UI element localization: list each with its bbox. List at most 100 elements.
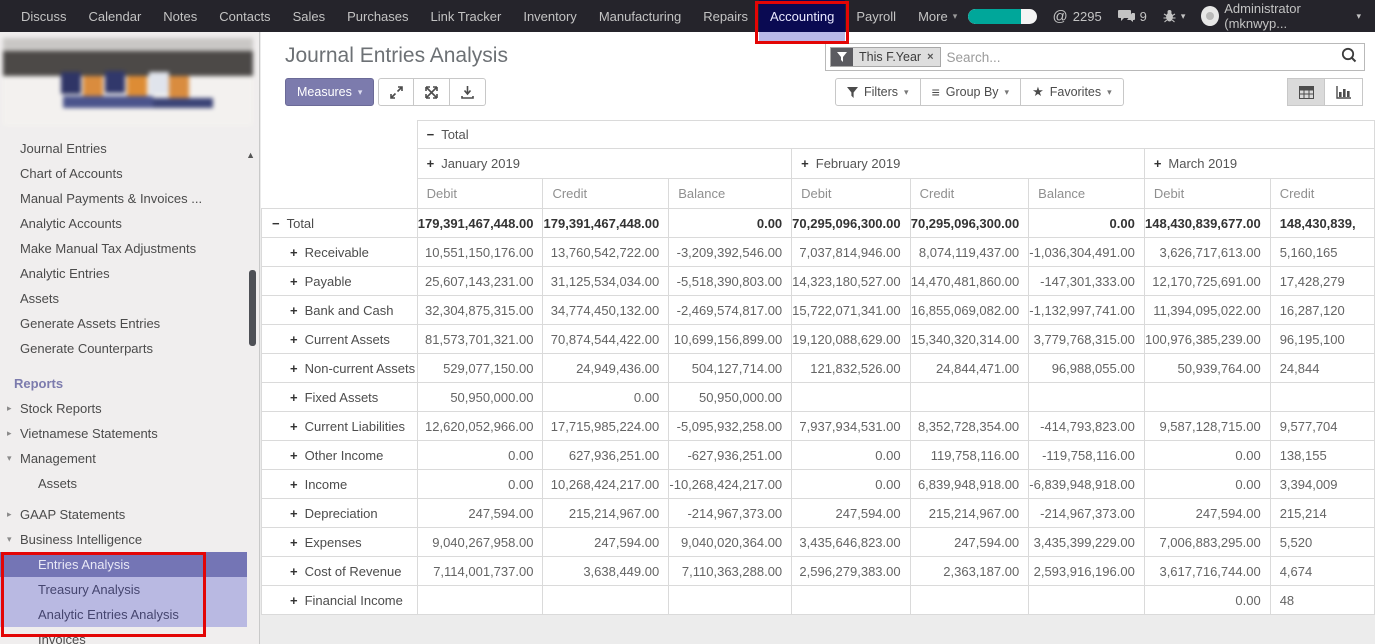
expand-icon[interactable]: + bbox=[290, 564, 298, 579]
pivot-cell[interactable]: -5,518,390,803.00 bbox=[669, 267, 792, 296]
pivot-cell[interactable]: 31,125,534,034.00 bbox=[543, 267, 669, 296]
pivot-cell[interactable]: 0.00 bbox=[1144, 586, 1270, 615]
pivot-cell[interactable]: 10,551,150,176.00 bbox=[417, 238, 543, 267]
pivot-col-header[interactable]: −Total bbox=[417, 121, 1374, 149]
topbar-menu-accounting[interactable]: Accounting bbox=[759, 0, 845, 32]
pivot-cell[interactable]: 7,937,934,531.00 bbox=[792, 412, 910, 441]
pivot-row-header[interactable]: +Current Liabilities bbox=[262, 412, 418, 441]
pivot-cell[interactable]: 19,120,088,629.00 bbox=[792, 325, 910, 354]
pivot-cell[interactable]: 2,596,279,383.00 bbox=[792, 557, 910, 586]
chevron-down-icon[interactable]: ▾ bbox=[7, 446, 12, 471]
expand-icon[interactable]: + bbox=[290, 448, 298, 463]
pivot-cell[interactable]: 148,430,839, bbox=[1270, 209, 1374, 238]
sidebar-item-entries-analysis[interactable]: Entries Analysis bbox=[0, 552, 247, 577]
pivot-cell[interactable]: 0.00 bbox=[1029, 209, 1145, 238]
pivot-cell[interactable]: -627,936,251.00 bbox=[669, 441, 792, 470]
pivot-row-header[interactable]: +Expenses bbox=[262, 528, 418, 557]
pivot-row-header[interactable]: +Income bbox=[262, 470, 418, 499]
pivot-cell[interactable]: 627,936,251.00 bbox=[543, 441, 669, 470]
topbar-menu-manufacturing[interactable]: Manufacturing bbox=[588, 0, 692, 32]
pivot-cell[interactable]: 119,758,116.00 bbox=[910, 441, 1029, 470]
topbar-menu-contacts[interactable]: Contacts bbox=[208, 0, 281, 32]
pivot-cell[interactable]: 4,674 bbox=[1270, 557, 1374, 586]
sidebar-item-analytic-entries-analysis[interactable]: Analytic Entries Analysis bbox=[0, 602, 247, 627]
pivot-cell[interactable]: 70,874,544,422.00 bbox=[543, 325, 669, 354]
pivot-cell[interactable]: 96,988,055.00 bbox=[1029, 354, 1145, 383]
pivot-measure-header[interactable]: Credit bbox=[543, 179, 669, 209]
pivot-cell[interactable]: 70,295,096,300.00 bbox=[792, 209, 910, 238]
pivot-cell[interactable]: 179,391,467,448.00 bbox=[417, 209, 543, 238]
topbar-menu-notes[interactable]: Notes bbox=[152, 0, 208, 32]
chevron-down-icon[interactable]: ▾ bbox=[7, 527, 12, 552]
pivot-col-header[interactable]: +January 2019 bbox=[417, 149, 792, 179]
pivot-cell[interactable]: 3,638,449.00 bbox=[543, 557, 669, 586]
pivot-cell[interactable]: 215,214,967.00 bbox=[910, 499, 1029, 528]
pivot-cell[interactable]: 16,855,069,082.00 bbox=[910, 296, 1029, 325]
sidebar-item-vietnamese-statements[interactable]: ▸Vietnamese Statements bbox=[0, 421, 260, 446]
sidebar-item-generate-assets-entries[interactable]: Generate Assets Entries bbox=[0, 311, 260, 336]
sidebar-item-generate-counterparts[interactable]: Generate Counterparts bbox=[0, 336, 260, 361]
debug-menu[interactable]: ▾ bbox=[1163, 9, 1186, 23]
pivot-cell[interactable] bbox=[669, 586, 792, 615]
pivot-cell[interactable]: 148,430,839,677.00 bbox=[1144, 209, 1270, 238]
pivot-measure-header[interactable]: Debit bbox=[1144, 179, 1270, 209]
chart-view-button[interactable] bbox=[1325, 78, 1363, 106]
pivot-cell[interactable]: 14,470,481,860.00 bbox=[910, 267, 1029, 296]
expand-icon[interactable]: + bbox=[290, 477, 298, 492]
pivot-cell[interactable]: 14,323,180,527.00 bbox=[792, 267, 910, 296]
pivot-cell[interactable]: 0.00 bbox=[417, 470, 543, 499]
pivot-cell[interactable]: 7,110,363,288.00 bbox=[669, 557, 792, 586]
pivot-cell[interactable]: 9,040,020,364.00 bbox=[669, 528, 792, 557]
sidebar-item-treasury-analysis[interactable]: Treasury Analysis bbox=[0, 577, 247, 602]
search-input[interactable] bbox=[947, 50, 1340, 65]
expand-all-button[interactable] bbox=[378, 78, 414, 106]
pivot-cell[interactable]: 215,214,967.00 bbox=[543, 499, 669, 528]
pivot-cell[interactable]: 0.00 bbox=[1144, 470, 1270, 499]
pivot-cell[interactable]: 9,040,267,958.00 bbox=[417, 528, 543, 557]
pivot-view-button[interactable] bbox=[1287, 78, 1325, 106]
chevron-right-icon[interactable]: ▸ bbox=[7, 396, 12, 421]
topbar-menu-inventory[interactable]: Inventory bbox=[512, 0, 587, 32]
pivot-cell[interactable]: 8,352,728,354.00 bbox=[910, 412, 1029, 441]
expand-icon[interactable]: + bbox=[290, 535, 298, 550]
pivot-cell[interactable]: 3,394,009 bbox=[1270, 470, 1374, 499]
pivot-cell[interactable]: 12,170,725,691.00 bbox=[1144, 267, 1270, 296]
pivot-cell[interactable]: 15,722,071,341.00 bbox=[792, 296, 910, 325]
pivot-cell[interactable] bbox=[792, 586, 910, 615]
user-menu[interactable]: Administrator (mknwyp... ▾ bbox=[1201, 1, 1361, 31]
pivot-row-header[interactable]: +Depreciation bbox=[262, 499, 418, 528]
collapse-icon[interactable]: − bbox=[427, 127, 435, 142]
pivot-measure-header[interactable]: Debit bbox=[417, 179, 543, 209]
pivot-cell[interactable]: 215,214 bbox=[1270, 499, 1374, 528]
pivot-cell[interactable]: 3,435,646,823.00 bbox=[792, 528, 910, 557]
download-button[interactable] bbox=[450, 78, 486, 106]
sidebar-item-business-intelligence[interactable]: ▾Business Intelligence bbox=[0, 527, 260, 552]
chevron-right-icon[interactable]: ▸ bbox=[7, 421, 12, 446]
pivot-cell[interactable]: -147,301,333.00 bbox=[1029, 267, 1145, 296]
expand-icon[interactable]: + bbox=[290, 361, 298, 376]
pivot-cell[interactable]: 48 bbox=[1270, 586, 1374, 615]
measures-button[interactable]: Measures ▾ bbox=[285, 78, 374, 106]
pivot-cell[interactable]: 96,195,100 bbox=[1270, 325, 1374, 354]
pivot-cell[interactable]: 70,295,096,300.00 bbox=[910, 209, 1029, 238]
pivot-cell[interactable]: 11,394,095,022.00 bbox=[1144, 296, 1270, 325]
messages-counter[interactable]: 9 bbox=[1118, 9, 1147, 24]
pivot-cell[interactable]: 0.00 bbox=[792, 441, 910, 470]
collapse-icon[interactable]: − bbox=[272, 216, 280, 231]
sidebar-item-assets[interactable]: Assets bbox=[0, 286, 260, 311]
pivot-cell[interactable]: -214,967,373.00 bbox=[1029, 499, 1145, 528]
pivot-cell[interactable]: 247,594.00 bbox=[1144, 499, 1270, 528]
sidebar-item-journal-entries[interactable]: Journal Entries bbox=[0, 136, 260, 161]
sidebar-item-gaap-statements[interactable]: ▸GAAP Statements bbox=[0, 502, 260, 527]
pivot-cell[interactable]: 10,268,424,217.00 bbox=[543, 470, 669, 499]
topbar-menu-calendar[interactable]: Calendar bbox=[78, 0, 153, 32]
pivot-cell[interactable] bbox=[910, 383, 1029, 412]
sidebar-item-analytic-accounts[interactable]: Analytic Accounts bbox=[0, 211, 260, 236]
pivot-cell[interactable]: 121,832,526.00 bbox=[792, 354, 910, 383]
facet-remove-icon[interactable]: × bbox=[927, 51, 933, 63]
pivot-cell[interactable]: 5,520 bbox=[1270, 528, 1374, 557]
expand-icon[interactable]: + bbox=[290, 274, 298, 289]
topbar-menu-payroll[interactable]: Payroll bbox=[845, 0, 907, 32]
pivot-cell[interactable]: 16,287,120 bbox=[1270, 296, 1374, 325]
pivot-cell[interactable]: 7,037,814,946.00 bbox=[792, 238, 910, 267]
